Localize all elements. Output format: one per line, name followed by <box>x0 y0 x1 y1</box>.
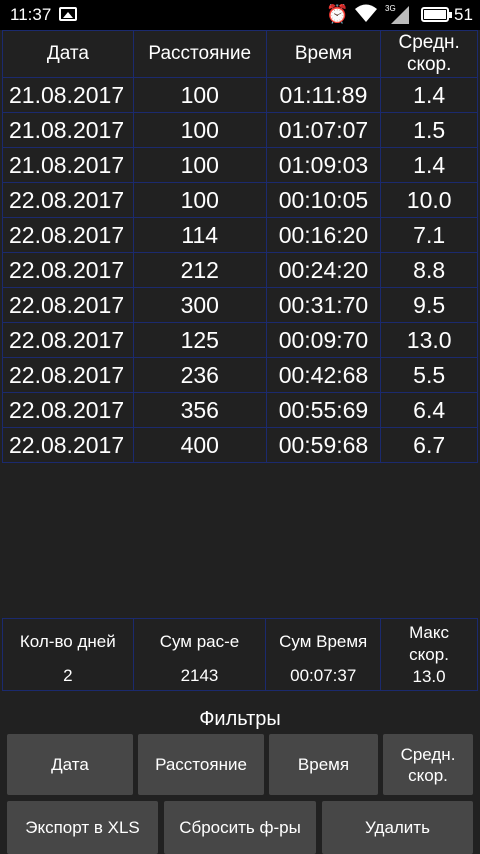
alarm-icon: ⏰ <box>326 4 349 24</box>
cell-date: 22.08.2017 <box>2 182 134 218</box>
battery-level: 51 <box>454 5 473 24</box>
total-days-label: Кол-во дней <box>19 632 116 651</box>
cell-date: 21.08.2017 <box>2 112 134 148</box>
delete-button[interactable]: Удалить <box>322 801 473 854</box>
table-header-row: Дата Расстояние Время Средн. скор. <box>2 30 478 78</box>
table-row[interactable]: 22.08.2017 400 00:59:68 6.7 <box>2 427 478 463</box>
cell-distance: 125 <box>132 322 267 358</box>
cell-time: 00:10:05 <box>265 182 382 218</box>
status-bar: 11:37 ⏰ 3G 51 <box>0 0 480 30</box>
table-row[interactable]: 21.08.2017 100 01:09:03 1.4 <box>2 147 478 183</box>
cell-avg-speed: 6.4 <box>380 392 478 428</box>
cell-date: 21.08.2017 <box>2 147 134 183</box>
cell-time: 00:55:69 <box>265 392 382 428</box>
status-time: 11:37 <box>10 5 52 24</box>
cell-distance: 356 <box>132 392 267 428</box>
cell-date: 22.08.2017 <box>2 252 134 288</box>
cell-time: 00:42:68 <box>265 357 382 393</box>
cell-distance: 400 <box>132 427 267 463</box>
cell-time: 00:31:70 <box>265 287 382 323</box>
cell-signal-icon: 3G <box>385 4 411 24</box>
cell-time: 00:59:68 <box>265 427 382 463</box>
column-header-distance[interactable]: Расстояние <box>132 30 267 78</box>
filter-time-button[interactable]: Время <box>269 734 378 795</box>
cell-distance: 100 <box>132 112 267 148</box>
cell-avg-speed: 1.4 <box>380 147 478 183</box>
table-row[interactable]: 22.08.2017 212 00:24:20 8.8 <box>2 252 478 288</box>
table-row[interactable]: 21.08.2017 100 01:07:07 1.5 <box>2 112 478 148</box>
export-xls-button[interactable]: Экспорт в XLS <box>7 801 158 854</box>
records-table: Дата Расстояние Время Средн. скор. 21.08… <box>2 30 478 463</box>
cell-date: 22.08.2017 <box>2 217 134 253</box>
table-row[interactable]: 21.08.2017 100 01:11:89 1.4 <box>2 77 478 113</box>
total-time-value: 00:07:37 <box>290 666 357 685</box>
cell-distance: 114 <box>132 217 267 253</box>
totals-row: Кол-во дней 2 Сум рас-е 2143 Сум Время 0… <box>2 618 478 691</box>
table-row[interactable]: 22.08.2017 356 00:55:69 6.4 <box>2 392 478 428</box>
cell-avg-speed: 7.1 <box>380 217 478 253</box>
cell-date: 22.08.2017 <box>2 392 134 428</box>
cell-date: 22.08.2017 <box>2 287 134 323</box>
cell-time: 01:11:89 <box>265 77 382 113</box>
wifi-icon <box>354 2 378 30</box>
total-distance-value: 2143 <box>180 666 219 685</box>
cell-distance: 100 <box>132 147 267 183</box>
max-speed-cell: Макс скор. 13.0 <box>380 618 478 691</box>
column-header-time[interactable]: Время <box>265 30 382 78</box>
cell-time: 00:24:20 <box>265 252 382 288</box>
cell-avg-speed: 1.4 <box>380 77 478 113</box>
table-row[interactable]: 22.08.2017 114 00:16:20 7.1 <box>2 217 478 253</box>
cell-time: 00:16:20 <box>265 217 382 253</box>
table-row[interactable]: 22.08.2017 300 00:31:70 9.5 <box>2 287 478 323</box>
cell-avg-speed: 10.0 <box>380 182 478 218</box>
cell-date: 22.08.2017 <box>2 427 134 463</box>
cell-date: 22.08.2017 <box>2 322 134 358</box>
totals-table: Кол-во дней 2 Сум рас-е 2143 Сум Время 0… <box>2 618 478 691</box>
cell-distance: 236 <box>132 357 267 393</box>
image-notification-icon <box>59 7 77 21</box>
cell-avg-speed: 8.8 <box>380 252 478 288</box>
table-row[interactable]: 22.08.2017 125 00:09:70 13.0 <box>2 322 478 358</box>
cell-date: 21.08.2017 <box>2 77 134 113</box>
cell-avg-speed: 1.5 <box>380 112 478 148</box>
filter-date-button[interactable]: Дата <box>7 734 133 795</box>
max-speed-label: Макс скор. <box>409 623 450 664</box>
filter-avg-speed-button[interactable]: Средн. скор. <box>383 734 473 795</box>
cell-avg-speed: 6.7 <box>380 427 478 463</box>
cell-time: 00:09:70 <box>265 322 382 358</box>
total-distance-label: Сум рас-е <box>159 632 240 651</box>
cell-distance: 212 <box>132 252 267 288</box>
cell-avg-speed: 5.5 <box>380 357 478 393</box>
cell-date: 22.08.2017 <box>2 357 134 393</box>
cell-avg-speed: 13.0 <box>380 322 478 358</box>
table-row[interactable]: 22.08.2017 236 00:42:68 5.5 <box>2 357 478 393</box>
filters-title: Фильтры <box>199 708 281 730</box>
total-time-label: Сум Время <box>279 632 368 651</box>
reset-filters-button[interactable]: Сбросить ф-ры <box>164 801 316 854</box>
cell-time: 01:09:03 <box>265 147 382 183</box>
cell-distance: 300 <box>132 287 267 323</box>
column-header-date[interactable]: Дата <box>2 30 134 78</box>
cell-distance: 100 <box>132 182 267 218</box>
filter-distance-button[interactable]: Расстояние <box>138 734 264 795</box>
column-header-avg-speed[interactable]: Средн. скор. <box>380 30 478 78</box>
max-speed-value: 13.0 <box>412 667 446 686</box>
total-days-cell: Кол-во дней 2 <box>2 618 134 691</box>
cell-avg-speed: 9.5 <box>380 287 478 323</box>
total-time-cell: Сум Время 00:07:37 <box>265 618 382 691</box>
total-distance-cell: Сум рас-е 2143 <box>132 618 267 691</box>
cell-time: 01:07:07 <box>265 112 382 148</box>
total-days-value: 2 <box>63 666 73 685</box>
battery-icon <box>421 7 452 22</box>
table-row[interactable]: 22.08.2017 100 00:10:05 10.0 <box>2 182 478 218</box>
cell-distance: 100 <box>132 77 267 113</box>
